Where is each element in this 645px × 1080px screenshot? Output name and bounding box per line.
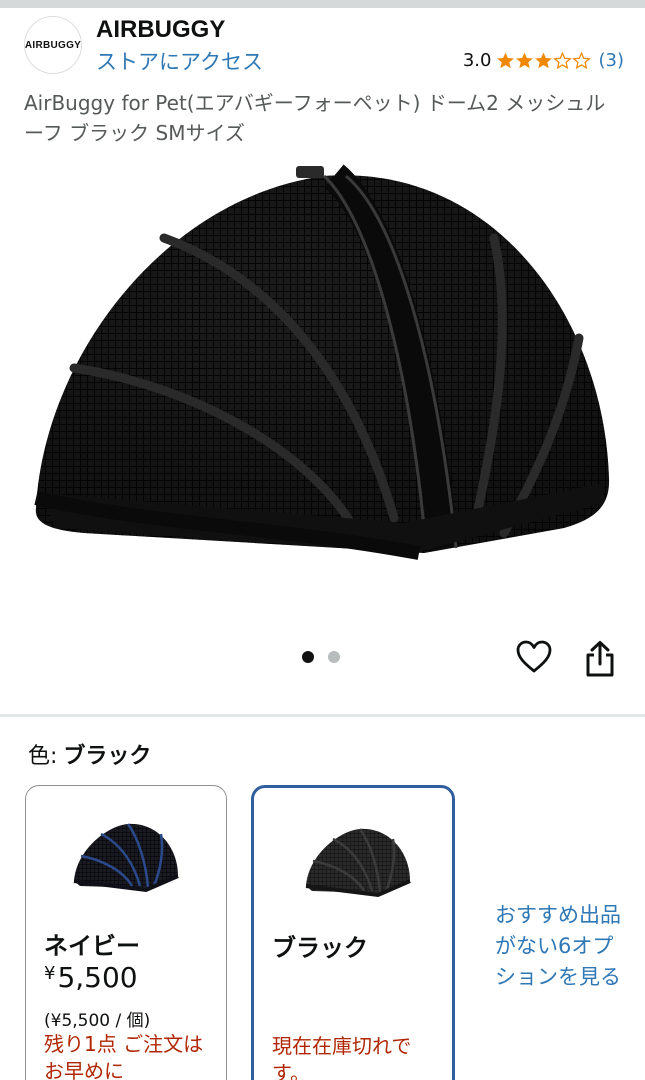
star-filled-icon <box>534 52 552 69</box>
option-unit-price: (¥5,500 / 個) <box>44 1011 151 1031</box>
brand-header: AIRBUGGY AIRBUGGY ストアにアクセス 3.0 (3) <box>24 16 624 76</box>
option-stock-status: 現在在庫切れです。 <box>272 1034 412 1080</box>
option-name: ブラック <box>272 934 368 962</box>
selected-color: ブラック <box>63 744 152 769</box>
see-more-options-line: がない6オプ <box>495 934 614 958</box>
top-strip <box>0 0 645 8</box>
rating-value: 3.0 <box>462 50 492 71</box>
star-empty-icon <box>552 51 572 70</box>
see-more-options-link[interactable]: おすすめ出品 がない6オプ ションを見る <box>495 900 645 993</box>
share-icon[interactable] <box>584 640 616 678</box>
currency-symbol: ¥ <box>44 963 56 984</box>
option-name: ネイビー <box>44 932 140 960</box>
product-title: AirBuggy for Pet(エアバギーフォーペット) ドーム2 メッシュル… <box>24 91 606 145</box>
color-option-navy[interactable]: ネイビー ¥5,500 (¥5,500 / 個) 残り1点 ご注文はお早めに <box>25 785 227 1080</box>
brand-logo[interactable]: AIRBUGGY <box>24 16 82 74</box>
black-product-thumbnail <box>305 828 411 898</box>
brand-logo-text: AIRBUGGY <box>24 39 82 51</box>
option-stock-status: 残り1点 ご注文はお早めに <box>44 1032 204 1080</box>
carousel-dot-1[interactable] <box>302 651 314 663</box>
carousel-dot-2[interactable] <box>328 651 340 663</box>
see-more-options-line: ションを見る <box>495 965 621 989</box>
visit-store-link[interactable]: ストアにアクセス <box>96 46 263 76</box>
price-value: 5,500 <box>57 961 138 994</box>
option-price: ¥5,500 <box>44 961 138 994</box>
star-filled-icon <box>515 52 533 69</box>
rating-summary[interactable]: 3.0 (3) <box>463 50 624 71</box>
carousel-indicator[interactable] <box>302 651 354 663</box>
product-image[interactable] <box>24 158 624 568</box>
color-option-black[interactable]: ブラック 現在在庫切れです。 <box>251 785 455 1080</box>
rating-count: (3) <box>598 50 625 71</box>
see-more-options-line: おすすめ出品 <box>495 903 621 927</box>
section-divider <box>0 714 645 717</box>
color-selector-label: 色: ブラック <box>28 738 151 770</box>
star-empty-icon <box>571 51 591 70</box>
star-rating <box>496 51 591 70</box>
heart-icon[interactable] <box>516 640 552 674</box>
star-filled-icon <box>496 52 514 69</box>
brand-name[interactable]: AIRBUGGY <box>96 16 225 44</box>
navy-product-thumbnail <box>73 823 179 893</box>
color-label-prefix: 色: <box>28 744 58 769</box>
